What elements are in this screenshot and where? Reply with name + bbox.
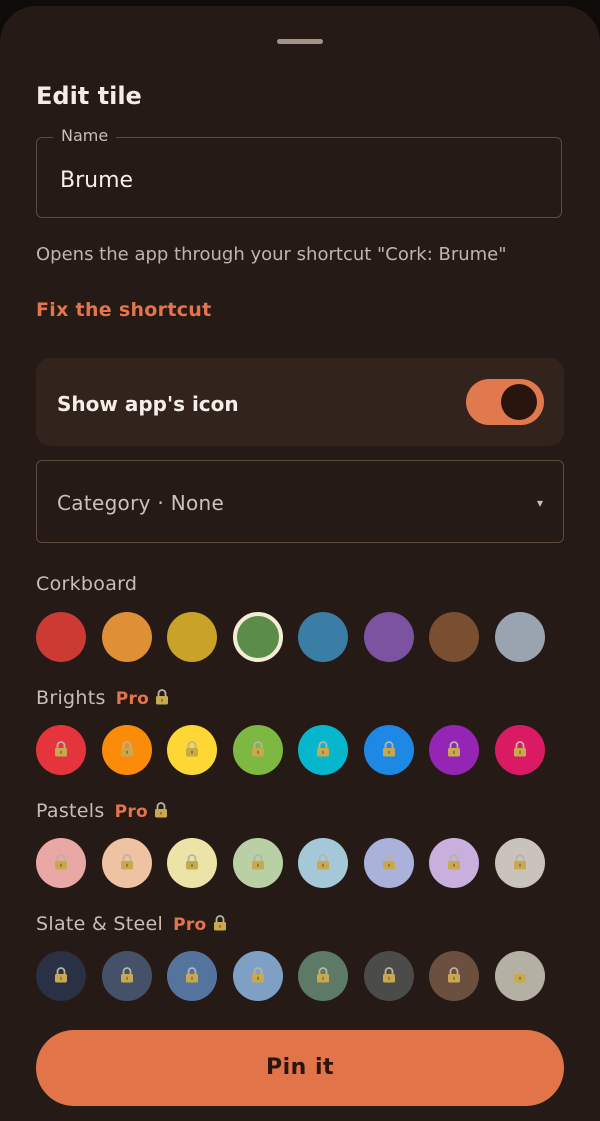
color-swatch[interactable] [364,612,414,662]
color-swatch[interactable] [233,951,283,1001]
palette-name: Pastels [36,800,105,822]
palette-name: Slate & Steel [36,913,164,935]
color-swatch[interactable] [36,838,86,888]
palette-name: Brights [36,687,106,709]
lock-icon [156,688,169,704]
color-swatch[interactable] [36,612,86,662]
color-swatch[interactable] [36,725,86,775]
lock-icon [383,854,395,870]
color-swatch[interactable] [298,951,348,1001]
palette-name: Corkboard [36,573,138,595]
color-swatch[interactable] [298,725,348,775]
sheet-title: Edit tile [36,82,142,110]
color-swatch[interactable] [233,725,283,775]
lock-icon [317,854,329,870]
swatch-row [36,838,564,888]
palette-title: Slate & Steel Pro [36,913,227,935]
lock-icon [252,854,264,870]
lock-icon [514,741,526,757]
color-swatch[interactable] [167,725,217,775]
lock-icon [213,914,226,930]
color-swatch[interactable] [429,612,479,662]
color-swatch[interactable] [167,838,217,888]
color-swatch[interactable] [495,951,545,1001]
color-swatch[interactable] [495,725,545,775]
color-swatch[interactable] [495,612,545,662]
color-swatch[interactable] [364,725,414,775]
color-swatch[interactable] [495,838,545,888]
lock-icon [121,741,133,757]
pro-badge: Pro [115,689,150,709]
color-swatch[interactable] [167,612,217,662]
color-swatch[interactable] [298,838,348,888]
lock-icon [252,741,264,757]
swatch-row [36,612,564,662]
pro-badge: Pro [114,802,149,822]
color-swatch[interactable] [364,951,414,1001]
color-swatch[interactable] [429,951,479,1001]
color-swatch[interactable] [102,612,152,662]
lock-icon [514,967,526,983]
palette-title: Corkboard [36,573,137,595]
palette-title: Pastels Pro [36,800,168,822]
pro-badge: Pro [173,915,207,935]
swatch-row [36,951,564,1001]
color-swatch[interactable] [167,951,217,1001]
color-swatch[interactable] [102,725,152,775]
color-swatch[interactable] [36,951,86,1001]
fix-shortcut-link[interactable]: Fix the shortcut [36,299,211,321]
lock-icon [252,967,264,983]
color-swatch[interactable] [429,725,479,775]
color-swatch-selected[interactable] [233,612,283,662]
name-field-label: Name [53,126,117,145]
lock-icon [383,741,395,757]
lock-icon [448,854,460,870]
lock-icon [514,854,526,870]
color-swatch[interactable] [102,838,152,888]
category-dropdown[interactable]: Category · None ▾ [36,460,564,543]
category-value: Category · None [57,491,225,515]
lock-icon [448,967,460,983]
palette-title: Brights Pro [36,687,169,709]
lock-icon [155,801,168,817]
pin-button[interactable]: Pin it [36,1030,564,1106]
show-icon-toggle[interactable] [466,379,544,425]
lock-icon [121,967,133,983]
color-swatch[interactable] [298,612,348,662]
lock-icon [317,741,329,757]
lock-icon [55,967,67,983]
chevron-down-icon: ▾ [536,496,543,510]
lock-icon [121,854,133,870]
lock-icon [317,967,329,983]
lock-icon [186,741,198,757]
color-swatch[interactable] [233,838,283,888]
show-icon-label: Show app's icon [57,392,239,416]
lock-icon [186,854,198,870]
lock-icon [186,967,198,983]
color-swatch[interactable] [102,951,152,1001]
shortcut-helper-text: Opens the app through your shortcut "Cor… [36,244,507,265]
name-field-value[interactable]: Brume [60,168,133,193]
color-swatch[interactable] [364,838,414,888]
swatch-row [36,725,564,775]
lock-icon [55,741,67,757]
drag-handle[interactable] [277,39,323,44]
toggle-knob [501,384,537,420]
color-swatch[interactable] [429,838,479,888]
name-field[interactable]: Name Brume [36,126,562,218]
show-icon-row[interactable]: Show app's icon [36,358,564,446]
lock-icon [383,967,395,983]
lock-icon [55,854,67,870]
lock-icon [448,741,460,757]
